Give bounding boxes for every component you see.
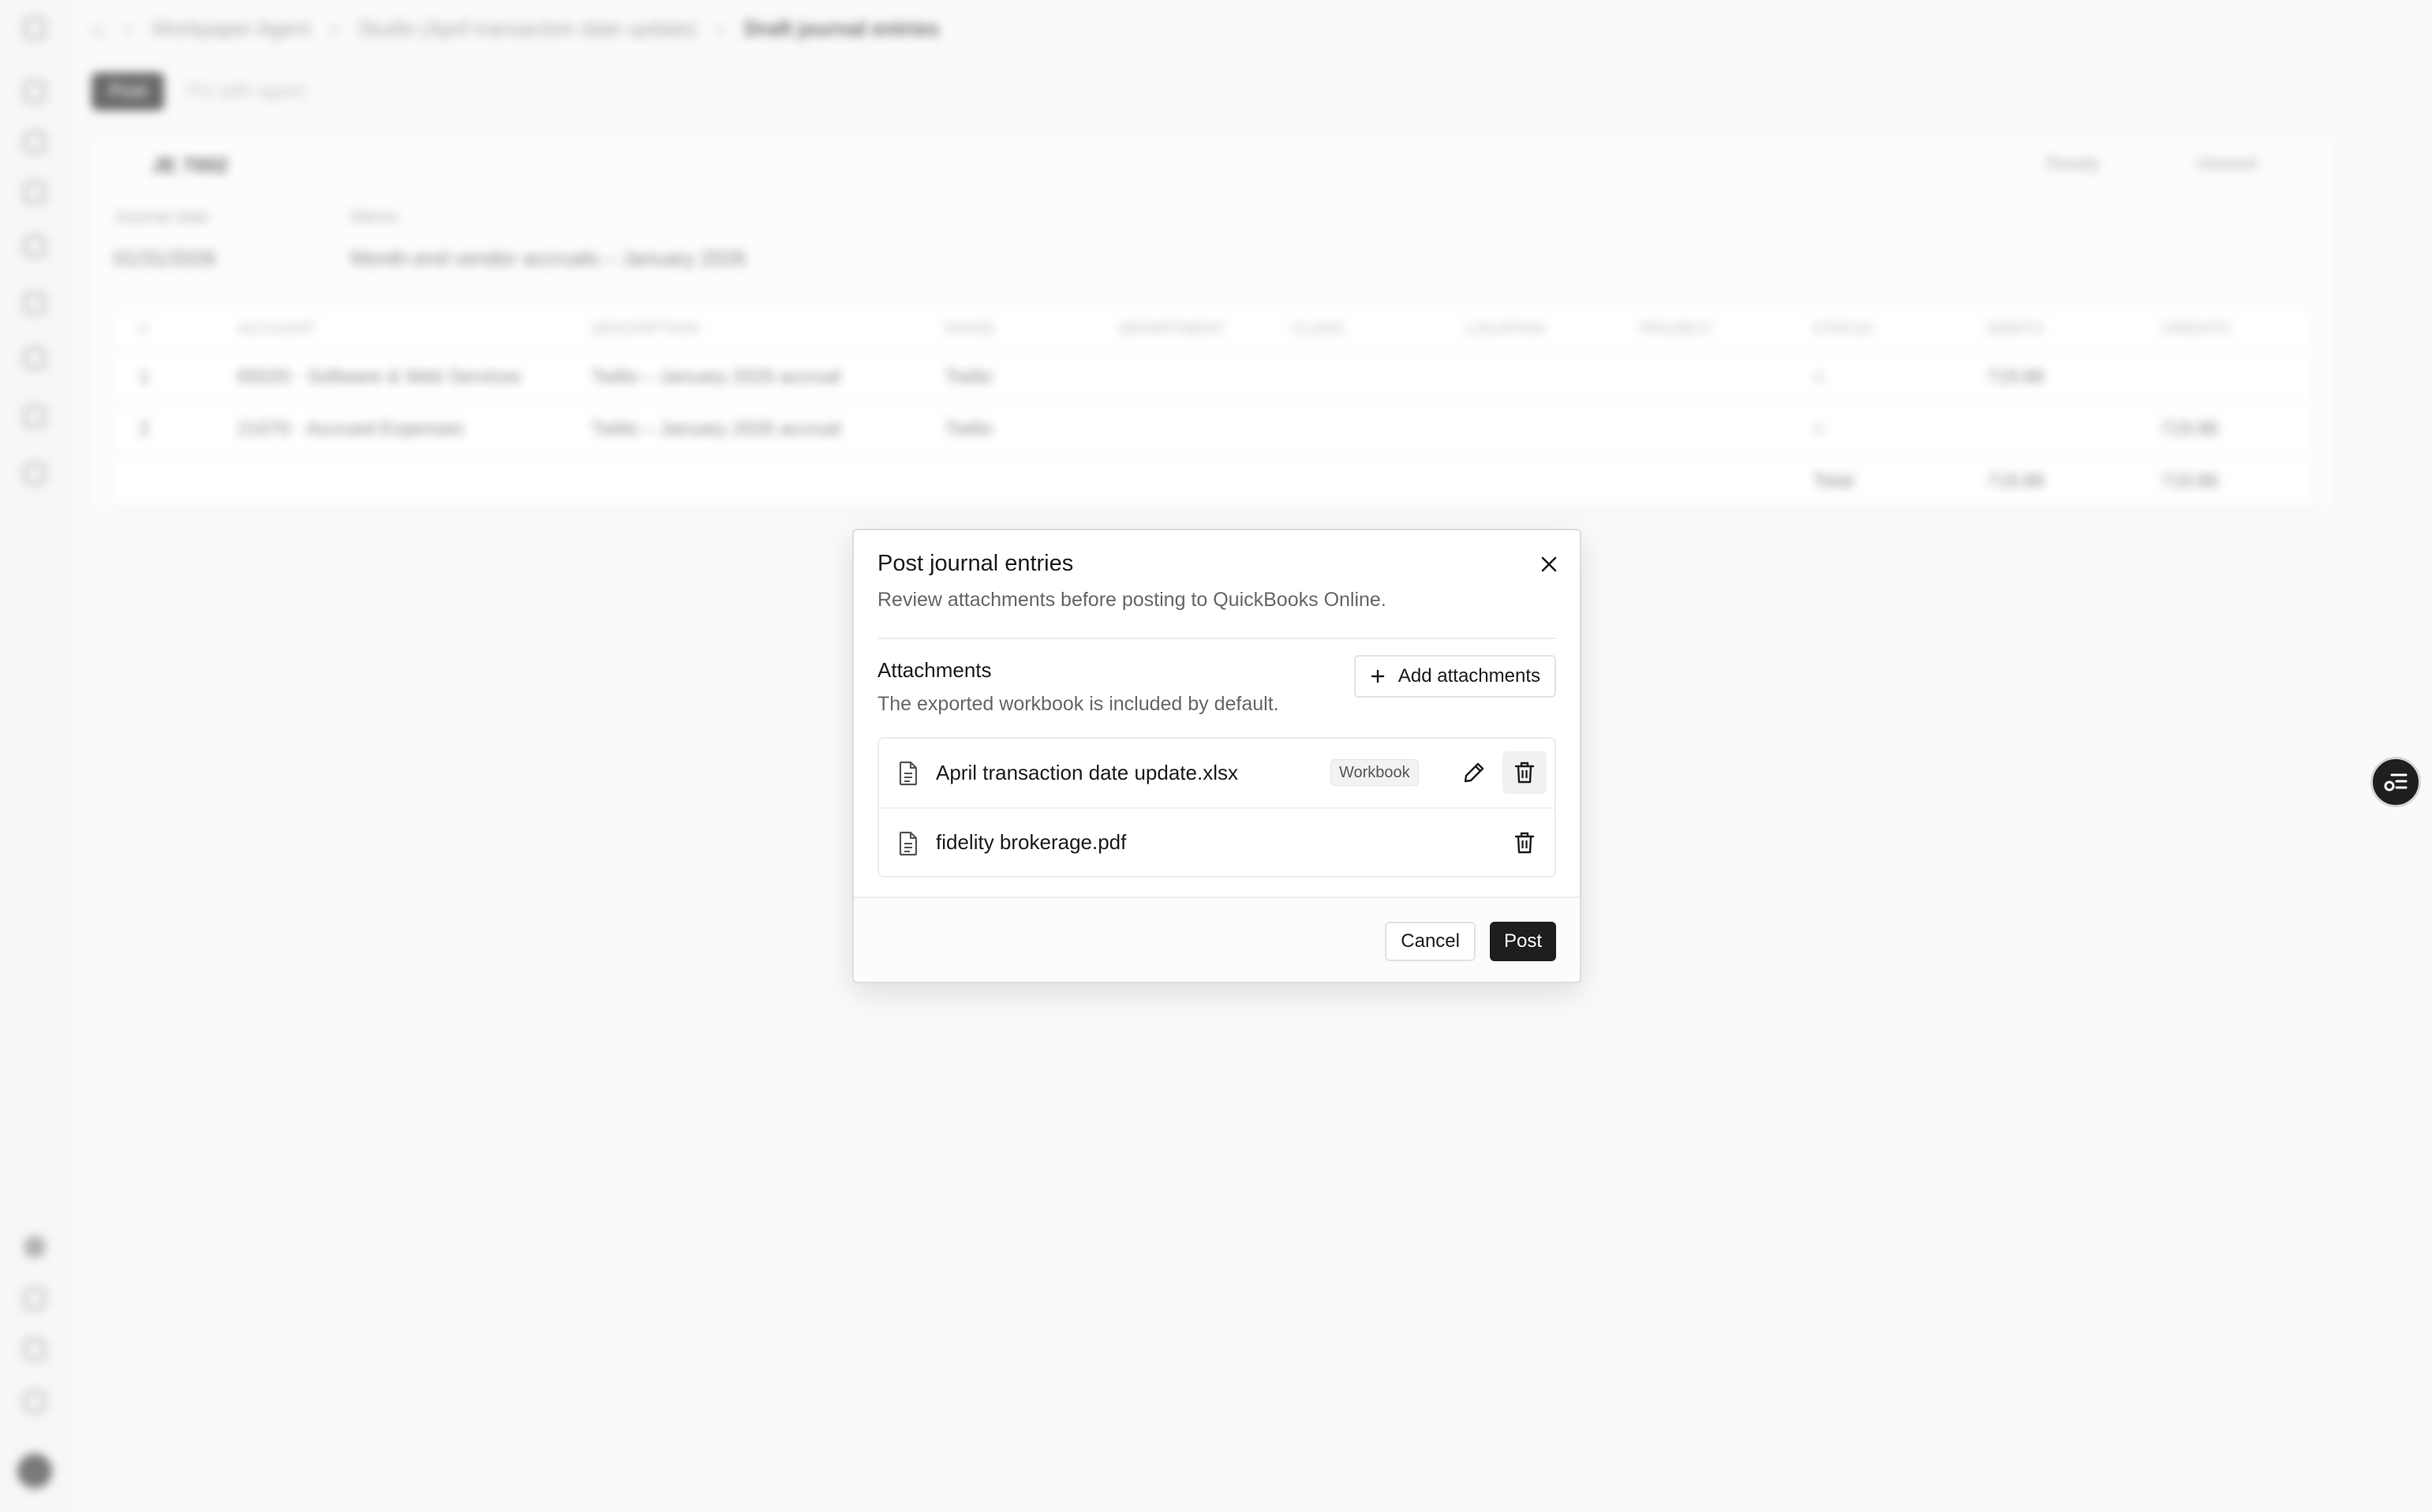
dialog-title: Post journal entries	[877, 551, 1074, 576]
fab-button[interactable]	[2370, 757, 2421, 807]
dialog-footer: Cancel Post	[854, 896, 1580, 982]
file-icon	[899, 761, 918, 786]
trash-icon	[1514, 832, 1535, 854]
file-name: April transaction date update.xlsx	[936, 761, 1238, 784]
attachments-title: Attachments	[877, 658, 992, 682]
post-journal-entries-dialog: Post journal entries Review attachments …	[852, 529, 1581, 983]
rename-button[interactable]	[1452, 751, 1496, 794]
file-icon	[899, 831, 918, 856]
post-button[interactable]: Post	[1489, 922, 1556, 961]
delete-attachment-button[interactable]	[1502, 821, 1547, 864]
close-button[interactable]	[1536, 551, 1562, 578]
add-attachments-button[interactable]: Add attachments	[1353, 655, 1556, 698]
cancel-button[interactable]: Cancel	[1385, 922, 1476, 961]
list-settings-icon	[2384, 773, 2408, 792]
pencil-icon	[1464, 762, 1484, 783]
attachments-list: April transaction date update.xlsx Workb…	[877, 737, 1556, 878]
plus-icon	[1371, 669, 1385, 683]
divider	[877, 638, 1556, 639]
list-item[interactable]: April transaction date update.xlsx Workb…	[879, 739, 1555, 807]
delete-attachment-button[interactable]	[1502, 751, 1547, 794]
file-name: fidelity brokerage.pdf	[936, 830, 1127, 854]
list-item[interactable]: fidelity brokerage.pdf	[879, 807, 1555, 876]
attachments-subtitle: The exported workbook is included by def…	[877, 693, 1279, 715]
close-icon	[1541, 556, 1557, 572]
trash-icon	[1514, 762, 1535, 784]
dialog-subtitle: Review attachments before posting to Qui…	[877, 589, 1386, 611]
add-attachments-label: Add attachments	[1397, 665, 1540, 687]
workbook-badge: Workbook	[1330, 759, 1419, 786]
